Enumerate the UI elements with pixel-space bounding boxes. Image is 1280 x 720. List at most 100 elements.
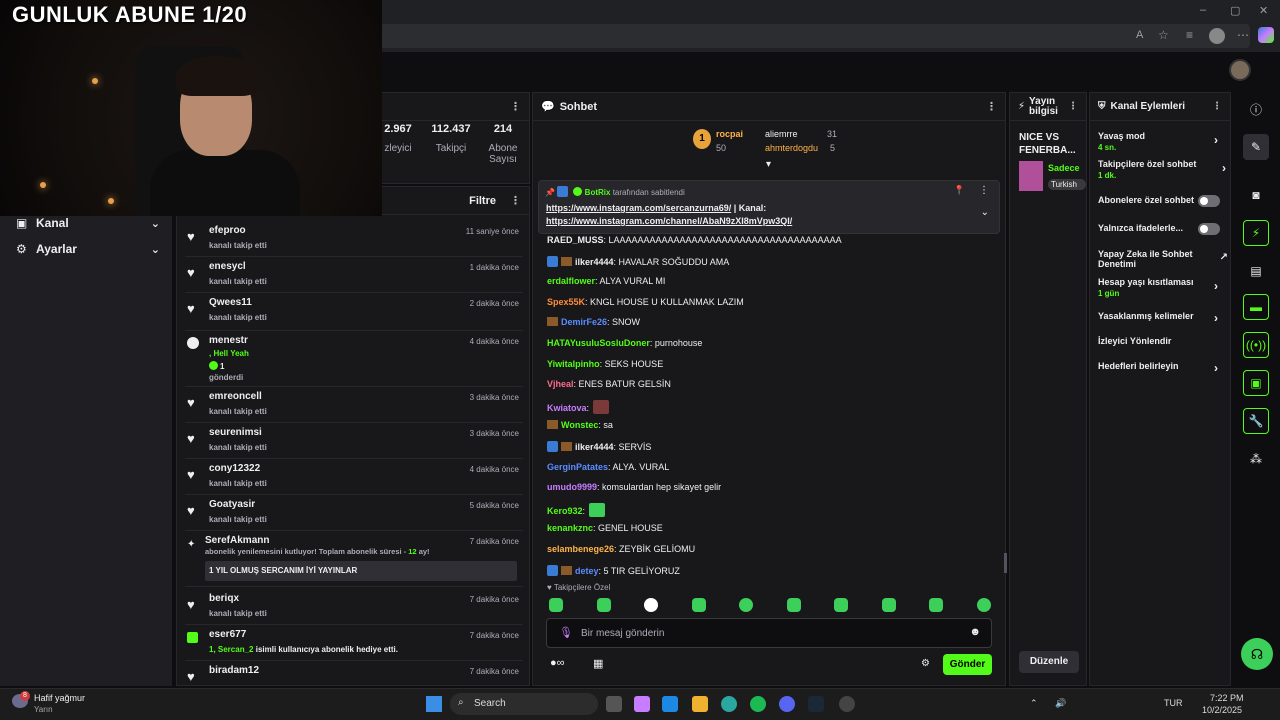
account-age-item[interactable]: Hesap yaşı kısıtlaması 1 gün › [1098, 277, 1226, 298]
info-icon[interactable]: ⓘ [1243, 96, 1269, 122]
followers-only-item[interactable]: Takipçilere özel sohbet 1 dk. › [1098, 159, 1226, 180]
emote-icon[interactable] [787, 598, 801, 612]
favorite-star-icon[interactable]: ☆ [1158, 28, 1169, 42]
activity-user[interactable]: Goatyasir [209, 499, 255, 510]
leader-name[interactable]: aliemrre [765, 129, 798, 139]
edit-button[interactable]: Düzenle [1019, 651, 1079, 673]
more-icon[interactable]: ⋯ [1237, 28, 1249, 42]
kebab-menu-icon[interactable]: ⋮ [510, 194, 521, 207]
volume-icon[interactable]: 🔊 [1055, 698, 1066, 709]
send-button[interactable]: Gönder [943, 654, 992, 675]
emote-icon[interactable] [549, 598, 563, 612]
goals-item[interactable]: Hedefleri belirleyin › [1098, 361, 1226, 375]
store-icon[interactable]: ▦ [593, 657, 603, 670]
discord-icon[interactable] [779, 696, 795, 712]
chat-username[interactable]: Yiwitalpinho [547, 359, 600, 369]
leader-name[interactable]: ahmterdogdu [765, 143, 818, 153]
channel-link[interactable]: https://www.instagram.com/channel/AbaN9z… [546, 216, 792, 226]
maximize-button[interactable]: ▢ [1230, 4, 1240, 17]
emote-icon[interactable] [929, 598, 943, 612]
copilot-app-icon[interactable] [634, 696, 650, 712]
chat-username[interactable]: selambenege26 [547, 544, 614, 554]
document-icon[interactable]: ▤ [1243, 258, 1269, 284]
subs-only-item[interactable]: Abonelere özel sohbet [1098, 195, 1226, 207]
chat-username[interactable]: Wonstec [561, 420, 598, 430]
chat-username[interactable]: GerginPatates [547, 462, 608, 472]
kebab-menu-icon[interactable]: ⋮ [1068, 101, 1078, 112]
banned-words-item[interactable]: Yasaklanmış kelimeler › [1098, 311, 1226, 325]
emotes-only-item[interactable]: Yalnızca ifadelerle... [1098, 223, 1226, 235]
taskbar-search[interactable]: ⌕ Search [450, 693, 598, 715]
ai-moderation-item[interactable]: Yapay Zeka ile Sohbet Denetimi ↗ [1098, 249, 1228, 269]
unpin-icon[interactable]: 📍 [954, 185, 965, 196]
support-chat-button[interactable]: ☊ [1241, 638, 1273, 670]
emote-icon[interactable] [882, 598, 896, 612]
activity-user[interactable]: cony12322 [209, 463, 260, 474]
kicks-shop-icon[interactable]: ●∞ [550, 657, 565, 669]
emoji-picker-icon[interactable]: ☻ [969, 626, 981, 638]
leader-name[interactable]: rocpai [716, 129, 743, 139]
chat-username[interactable]: ilker4444 [575, 442, 614, 452]
emotes-only-toggle[interactable] [1198, 223, 1220, 235]
collections-icon[interactable]: ≡ [1186, 28, 1193, 42]
spotify-icon[interactable] [750, 696, 766, 712]
microphone-icon[interactable]: 🎙 [559, 626, 573, 639]
emote-icon[interactable] [692, 598, 706, 612]
media-icon[interactable]: ▣ [1243, 370, 1269, 396]
store-app-icon[interactable] [662, 696, 678, 712]
activity-user[interactable]: Qwees11 [209, 297, 252, 308]
chat-username[interactable]: detey [575, 566, 599, 576]
emote-icon[interactable] [977, 598, 991, 612]
chat-settings-gear-icon[interactable]: ⚙ [921, 658, 930, 669]
copilot-icon[interactable] [1258, 27, 1274, 43]
camera-icon[interactable]: ◙ [1243, 182, 1269, 208]
activity-user[interactable]: SerefAkmann [205, 535, 269, 546]
pencil-icon[interactable]: ✎ [1243, 134, 1269, 160]
activity-user[interactable]: eser677 [209, 629, 246, 640]
wrench-icon[interactable]: 🔧 [1243, 408, 1269, 434]
lightning-icon[interactable]: ⚡ [1243, 220, 1269, 246]
kebab-menu-icon[interactable]: ⋮ [510, 100, 521, 113]
chat-username[interactable]: umudo9999 [547, 482, 597, 492]
chat-username[interactable]: RAED_MUSS [547, 235, 604, 245]
user-avatar[interactable] [1229, 59, 1251, 81]
category-name[interactable]: Sadece [1048, 163, 1086, 173]
broadcast-icon[interactable]: ((•)) [1243, 332, 1269, 358]
chat-username[interactable]: HATAYusuluSosluDoner [547, 338, 650, 348]
activity-user[interactable]: seurenimsi [209, 427, 262, 438]
subs-only-toggle[interactable] [1198, 195, 1220, 207]
edge-icon[interactable] [721, 696, 737, 712]
category-thumbnail[interactable] [1019, 161, 1043, 191]
apps-icon[interactable]: ⁂ [1243, 446, 1269, 472]
clock-date[interactable]: 10/2/2025 [1202, 705, 1242, 715]
kebab-menu-icon[interactable]: ⋮ [986, 100, 997, 113]
chat-scrollbar[interactable] [1004, 553, 1007, 573]
chat-username[interactable]: Vjheal [547, 379, 574, 389]
chat-username[interactable]: DemirFe26 [561, 317, 607, 327]
task-view-icon[interactable] [606, 696, 622, 712]
chat-icon[interactable]: ▬ [1243, 294, 1269, 320]
slow-mode-item[interactable]: Yavaş mod 4 sn. › [1098, 131, 1226, 152]
file-explorer-icon[interactable] [692, 696, 708, 712]
emote-icon[interactable] [739, 598, 753, 612]
windows-start-icon[interactable] [426, 696, 442, 712]
chat-input[interactable]: 🎙 Bir mesaj gönderin ☻ [546, 618, 992, 648]
raid-item[interactable]: İzleyici Yönlendir [1098, 336, 1226, 346]
steam-icon[interactable] [808, 696, 824, 712]
obs-icon[interactable] [839, 696, 855, 712]
activity-user[interactable]: efeproo [209, 225, 246, 236]
kebab-menu-icon[interactable]: ⋮ [1212, 101, 1222, 112]
clock-time[interactable]: 7:22 PM [1210, 693, 1244, 703]
address-bar[interactable] [380, 24, 1250, 48]
tag-chip[interactable]: Turkish [1048, 179, 1086, 190]
emote-icon[interactable] [597, 598, 611, 612]
language-indicator[interactable]: TUR [1164, 698, 1183, 708]
chevron-down-icon[interactable]: ⌄ [981, 207, 989, 218]
activity-user[interactable]: biradam12 [209, 665, 259, 676]
read-aloud-icon[interactable]: A [1136, 29, 1143, 41]
chat-username[interactable]: Spex55K [547, 297, 585, 307]
pinned-author[interactable]: BotRix [585, 188, 611, 197]
instagram-link[interactable]: https://www.instagram.com/sercanzurna69/ [546, 203, 731, 213]
chat-username[interactable]: ilker4444 [575, 257, 614, 267]
kebab-menu-icon[interactable]: ⋮ [979, 185, 989, 196]
